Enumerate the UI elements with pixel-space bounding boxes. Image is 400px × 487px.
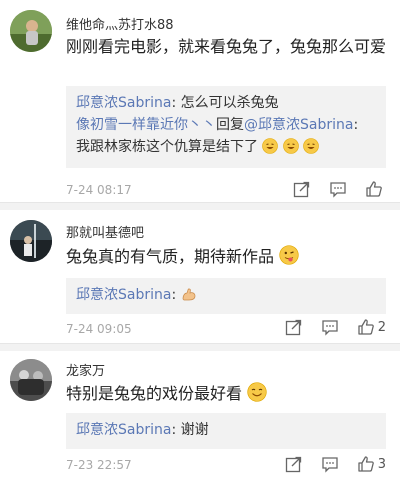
reply-author[interactable]: 邱意浓Sabrina (76, 95, 171, 111)
comment-text-body: 特别是兔兔的戏份最好看 (66, 384, 243, 403)
comment-button[interactable] (329, 180, 347, 198)
comment-text-body: 兔兔真的有气质，期待新作品 (66, 247, 275, 266)
comment-text: 兔兔真的有气质，期待新作品 (66, 245, 386, 271)
comment-button[interactable] (321, 318, 339, 336)
avatar[interactable] (10, 220, 52, 262)
reply-item: 邱意浓Sabrina: (76, 284, 376, 309)
comment-actions: 3 (267, 455, 386, 473)
comment-time: 7-23 22:57 (66, 458, 132, 472)
reply-separator: : (171, 95, 181, 111)
reply-box[interactable]: 邱意浓Sabrina: 怎么可以杀兔兔 像初雪一样靠近你丶丶回复@邱意浓Sabr… (66, 86, 386, 168)
reply-author[interactable]: 像初雪一样靠近你丶丶 (76, 117, 216, 133)
thumbs-up-icon (366, 181, 382, 197)
share-icon (285, 456, 301, 473)
reply-author[interactable]: 邱意浓Sabrina (76, 422, 171, 438)
reply-mention[interactable]: @邱意浓Sabrina (244, 117, 353, 133)
reply-box[interactable]: 邱意浓Sabrina: (66, 278, 386, 314)
share-icon (293, 181, 310, 198)
share-button[interactable] (285, 318, 303, 336)
share-button[interactable] (285, 455, 303, 473)
username[interactable]: 那就叫基德吧 (66, 222, 144, 241)
reply-separator: : (353, 117, 359, 133)
reply-text: 谢谢 (180, 422, 209, 438)
reply-item: 邱意浓Sabrina: 谢谢 (76, 419, 376, 441)
divider (0, 202, 400, 210)
comment-text: 特别是兔兔的戏份最好看 (66, 382, 386, 408)
like-count: 3 (377, 456, 386, 472)
comment-item: 那就叫基德吧 兔兔真的有气质，期待新作品 邱意浓Sabrina: 7-24 09… (0, 210, 400, 342)
comment-time: 7-24 08:17 (66, 183, 132, 197)
like-button[interactable]: 2 (357, 318, 386, 336)
reply-text: 怎么可以杀兔兔 (180, 95, 279, 111)
reply-author[interactable]: 邱意浓Sabrina (76, 287, 171, 303)
share-icon (285, 319, 301, 336)
reply-keyword: 回复 (216, 117, 244, 133)
reply-box[interactable]: 邱意浓Sabrina: 谢谢 (66, 413, 386, 449)
comment-actions: 2 (267, 318, 386, 336)
flexed-bicep-emoji-icon (181, 286, 197, 309)
thumbs-up-icon (358, 319, 374, 335)
comment-item: 维他命灬苏打水88 刚刚看完电影，就来看兔兔了，兔兔那么可爱 邱意浓Sabrin… (0, 0, 400, 200)
reply-item: 邱意浓Sabrina: 怎么可以杀兔兔 (76, 92, 376, 114)
laugh-emoji-icon (303, 138, 320, 161)
reply-separator: : (171, 422, 181, 438)
like-button[interactable] (365, 180, 386, 198)
comment-text: 刚刚看完电影，就来看兔兔了，兔兔那么可爱 (66, 37, 387, 56)
tongue-out-emoji-icon (279, 245, 299, 271)
username[interactable]: 龙家万 (66, 360, 105, 379)
comment-icon (322, 320, 338, 336)
share-button[interactable] (293, 180, 311, 198)
comment-time: 7-24 09:05 (66, 322, 132, 336)
thumbs-up-icon (358, 456, 374, 472)
reply-text: 我跟林家栋这个仇算是结下了 (76, 139, 258, 155)
comment-actions (275, 180, 386, 198)
comment-button[interactable] (321, 455, 339, 473)
smile-emoji-icon (247, 382, 267, 408)
like-button[interactable]: 3 (357, 455, 386, 473)
laugh-emoji-icon (262, 138, 279, 161)
divider (0, 343, 400, 351)
username[interactable]: 维他命灬苏打水88 (66, 14, 174, 33)
like-count: 2 (377, 319, 386, 335)
avatar[interactable] (10, 10, 52, 52)
comment-item: 龙家万 特别是兔兔的戏份最好看 邱意浓Sabrina: 谢谢 7-23 22:5… (0, 351, 400, 487)
reply-separator: : (171, 287, 181, 303)
laugh-emoji-icon (283, 138, 299, 161)
avatar[interactable] (10, 359, 52, 401)
comment-icon (330, 182, 346, 198)
reply-item: 像初雪一样靠近你丶丶回复@邱意浓Sabrina: 我跟林家栋这个仇算是结下了 (76, 114, 376, 161)
comment-icon (322, 457, 338, 473)
